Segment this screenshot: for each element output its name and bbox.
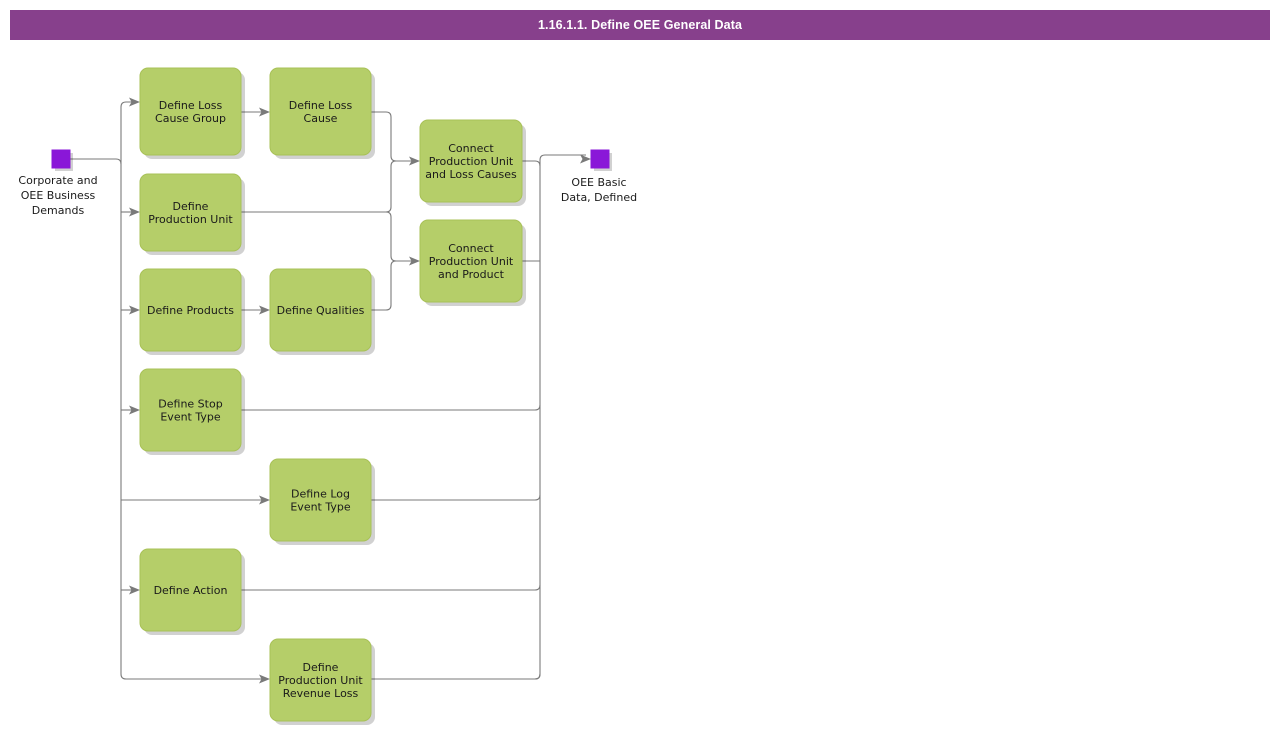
flowchart-canvas: Define Loss Cause GroupDefine Loss CauseCo… [18,67,637,725]
edge-bus-to-loss-cause-group [120,97,140,164]
edge-path [241,404,541,411]
node-define-qualities[interactable]: Define Qualities [269,268,375,355]
endpoints-layer: Corporate and OEE Business Demands OEE Basi… [18,149,637,217]
node-label: Define Products [147,304,234,317]
edge-production-unit-to-connect-product [241,211,420,266]
edge-bus-to-stop-event-type [121,405,140,415]
node-define-production-unit-revenue-loss[interactable]: Define Production Unit Revenue Loss [269,638,375,725]
edge-path [241,584,541,591]
edge-loss-cause-group-to-loss-cause [241,107,270,117]
edge-stop-event-type-to-collector [241,404,541,411]
edge-path [241,160,415,213]
edge-bus-to-action [121,585,140,595]
node-define-log-event-type[interactable]: Define Log Event Type [269,458,375,545]
node-label: Define Stop Event Type [158,398,222,424]
edge-path [371,673,541,680]
endpoint-label: OEE Basic Data, Defined [561,176,637,204]
endpoint-oee-basic-data-defined[interactable]: OEE Basic Data, Defined [561,149,637,204]
edge-loss-cause-to-connect-loss [371,111,420,166]
node-define-products[interactable]: Define Products [139,268,245,355]
edge-qualities-to-connect-product [371,260,415,311]
nodes-layer: Define Loss Cause Group Define Loss Cause Co… [139,67,526,725]
endpoint-corporate-and-oee-business-demands[interactable]: Corporate and OEE Business Demands [18,149,98,217]
node-label: Define Qualities [277,304,365,317]
edge-production-unit-to-connect-loss [241,160,415,213]
node-define-action[interactable]: Define Action [139,548,245,635]
node-define-loss-cause[interactable]: Define Loss Cause [269,67,375,159]
edge-revenue-loss-to-collector [371,673,541,680]
edge-products-to-qualities [241,305,270,315]
edge-path [241,211,415,262]
node-connect-production-unit-and-product[interactable]: Connect Production Unit and Product [419,219,526,306]
node-define-production-unit[interactable]: Define Production Unit [139,173,245,255]
node-label: Define Loss Cause Group [155,99,226,125]
edge-bus-to-products [121,305,140,315]
edge-path [539,154,586,166]
edge-path [120,101,135,164]
edge-bus-to-log-event-type [121,495,270,505]
node-define-stop-event-type[interactable]: Define Stop Event Type [139,368,245,455]
arrowhead-icon [580,154,591,164]
edge-path [371,111,415,162]
node-define-loss-cause-group[interactable]: Define Loss Cause Group [139,67,245,159]
edge-action-to-collector [241,584,541,591]
edge-path [371,260,415,311]
endpoint-label: Corporate and OEE Business Demands [18,174,97,217]
node-label: Define Log Event Type [290,488,351,514]
node-label: Define Action [154,584,228,597]
edge-path [371,494,541,501]
edge-collector-to-end [539,154,591,166]
edge-log-event-type-to-collector [371,494,541,501]
edge-bus-to-production-unit [121,207,140,217]
endpoint-box[interactable] [590,149,610,169]
node-connect-production-unit-and-loss-causes[interactable]: Connect Production Unit and Loss Causes [419,119,526,206]
endpoint-box[interactable] [51,149,71,169]
